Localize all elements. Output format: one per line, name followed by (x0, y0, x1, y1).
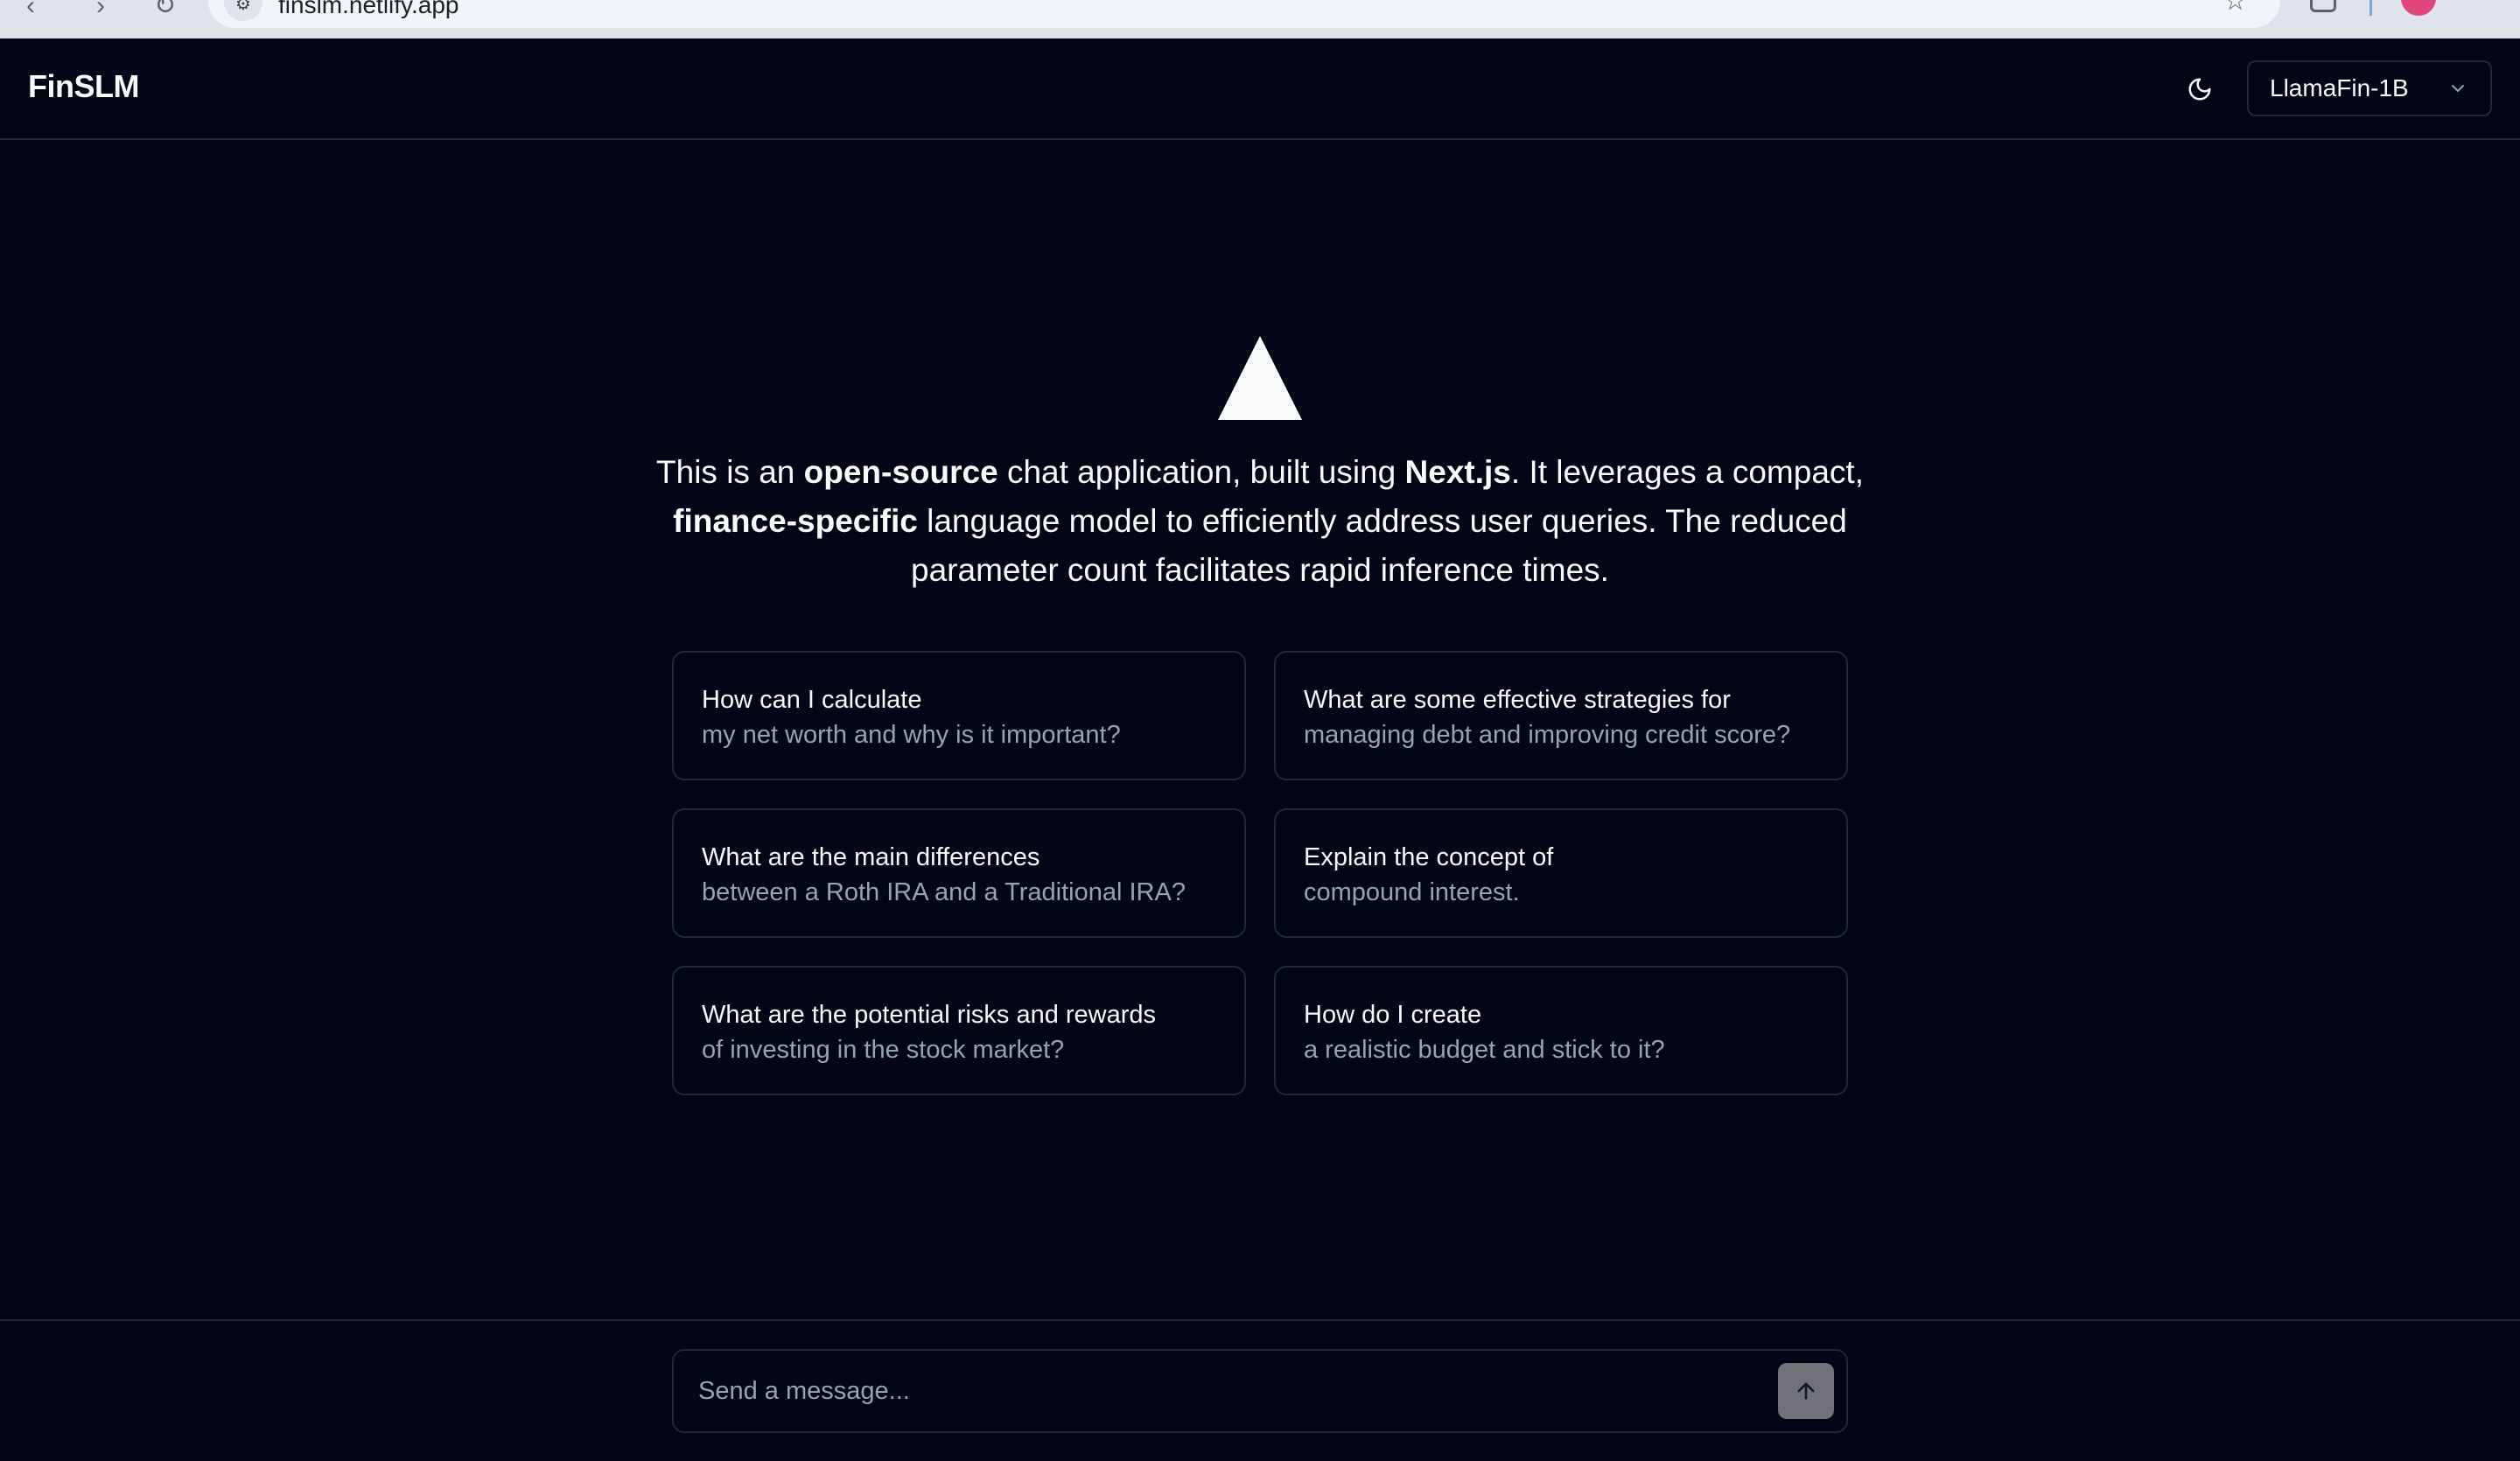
intro-text: This is an open-source chat application,… (648, 448, 1872, 595)
suggestion-title: How do I create (1304, 1001, 1482, 1029)
suggestion-card[interactable]: What are the potential risks and rewards… (672, 966, 1246, 1095)
suggestion-title: What are the potential risks and rewards (702, 1001, 1157, 1029)
suggestion-subtitle: compound interest. (1304, 878, 1520, 906)
suggestion-subtitle: my net worth and why is it important? (702, 721, 1121, 749)
intro-text-part: chat application, built using (998, 454, 1405, 490)
message-input[interactable] (696, 1351, 1729, 1431)
message-composer (672, 1349, 1848, 1433)
suggestion-title: What are the main differences (702, 843, 1040, 871)
brand-title[interactable]: FinSLM (28, 68, 139, 105)
intro-text-part: language model to efficiently address us… (911, 503, 1847, 588)
address-text[interactable]: finslm.netlify.app (278, 0, 458, 19)
suggestion-card[interactable]: How do I create a realistic budget and s… (1274, 966, 1848, 1095)
moon-icon (2188, 78, 2211, 101)
toolbar-divider (2370, 0, 2372, 16)
suggestion-card[interactable]: What are the main differences between a … (672, 808, 1246, 938)
site-info-icon[interactable]: ⚙ (224, 0, 262, 21)
back-icon[interactable]: ‹ (26, 0, 35, 19)
browser-toolbar: ‹ › ↻ ⚙ finslm.netlify.app ☆ (0, 0, 2520, 38)
suggestion-title: What are some effective strategies for (1304, 686, 1731, 714)
suggestion-subtitle: managing debt and improving credit score… (1304, 721, 1791, 749)
suggestion-grid: How can I calculate my net worth and why… (672, 651, 1848, 1095)
suggestion-subtitle: of investing in the stock market? (702, 1036, 1065, 1064)
address-bar[interactable]: ⚙ finslm.netlify.app ☆ (208, 0, 2280, 28)
suggestion-title: How can I calculate (702, 686, 922, 714)
suggestion-subtitle: between a Roth IRA and a Traditional IRA… (702, 878, 1186, 906)
intro-text-part: . It leverages a compact, (1510, 454, 1864, 490)
triangle-logo-icon (1218, 336, 1302, 420)
intro-text-part: This is an (656, 454, 804, 490)
profile-avatar[interactable] (2401, 0, 2436, 16)
forward-icon[interactable]: › (96, 0, 105, 19)
intro-highlight-finance-specific: finance-specific (673, 503, 918, 539)
suggestion-title: Explain the concept of (1304, 843, 1554, 871)
arrow-up-icon (1797, 1382, 1815, 1400)
model-select-value: LlamaFin-1B (2270, 74, 2409, 101)
suggestion-card[interactable]: What are some effective strategies for m… (1274, 651, 1848, 780)
intro-highlight-open-source: open-source (803, 454, 998, 490)
theme-toggle-button[interactable] (2175, 65, 2224, 114)
intro-highlight-nextjs: Next.js (1404, 454, 1511, 490)
bookmark-star-icon[interactable]: ☆ (2223, 0, 2247, 17)
chevron-down-icon (2446, 77, 2469, 100)
suggestion-subtitle: a realistic budget and stick to it? (1304, 1036, 1665, 1064)
extensions-icon[interactable] (2310, 0, 2336, 12)
chat-footer (0, 1319, 2520, 1461)
send-button[interactable] (1778, 1363, 1834, 1419)
model-select[interactable]: LlamaFin-1B (2247, 60, 2492, 116)
suggestion-card[interactable]: Explain the concept of compound interest… (1274, 808, 1848, 938)
reload-icon[interactable]: ↻ (154, 0, 176, 19)
app-header: FinSLM LlamaFin-1B (0, 38, 2520, 140)
suggestion-card[interactable]: How can I calculate my net worth and why… (672, 651, 1246, 780)
